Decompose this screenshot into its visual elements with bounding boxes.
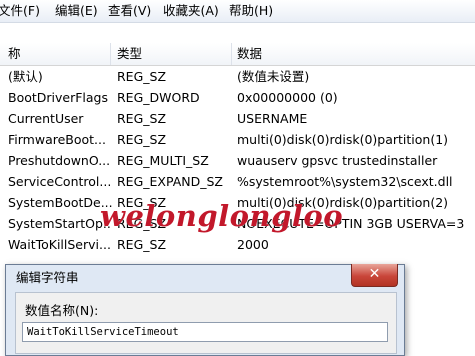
value-data: wuauserv gpsvc trustedinstaller: [237, 153, 438, 168]
value-type: REG_SZ: [117, 132, 167, 147]
list-item[interactable]: PreshutdownO... REG_MULTI_SZ wuauserv gp…: [0, 150, 475, 171]
list-item[interactable]: (默认) REG_SZ (数值未设置): [0, 66, 475, 87]
value-name: PreshutdownO...: [8, 153, 111, 168]
menu-view[interactable]: 查看(V): [108, 3, 151, 19]
value-type: REG_SZ: [117, 111, 167, 126]
value-data: multi(0)disk(0)rdisk(0)partition(1): [237, 132, 449, 147]
value-name: WaitToKillServi...: [8, 237, 111, 252]
list-item[interactable]: CurrentUser REG_SZ USERNAME: [0, 108, 475, 129]
column-type[interactable]: 类型: [117, 46, 142, 62]
dialog-title: 编辑字符串: [16, 270, 79, 285]
list-item[interactable]: BootDriverFlags REG_DWORD 0x00000000 (0): [0, 87, 475, 108]
value-name-field[interactable]: WaitToKillServiceTimeout: [22, 322, 388, 342]
value-name: SystemBootDe...: [8, 195, 112, 210]
column-data[interactable]: 数据: [237, 46, 262, 62]
column-header: 称 类型 数据: [0, 43, 475, 66]
watermark-text: welonglongloo: [100, 199, 344, 233]
value-type: REG_SZ: [117, 237, 167, 252]
value-name-label: 数值名称(N):: [25, 303, 99, 318]
column-divider[interactable]: [231, 43, 232, 65]
value-name: ServiceControl...: [8, 174, 112, 189]
value-name: BootDriverFlags: [8, 90, 109, 105]
menu-favorites[interactable]: 收藏夹(A): [163, 3, 219, 19]
menu-help[interactable]: 帮助(H): [229, 3, 273, 19]
value-name: SystemStartOp...: [8, 216, 112, 231]
value-data: USERNAME: [237, 111, 308, 126]
dialog-body: 数值名称(N): WaitToKillServiceTimeout: [15, 292, 397, 354]
menu-edit[interactable]: 编辑(E): [55, 3, 98, 19]
value-data: %systemroot%\system32\scext.dll: [237, 174, 453, 189]
value-data: (数值未设置): [237, 69, 310, 84]
value-name: FirmwareBoot...: [8, 132, 106, 147]
close-button[interactable]: ✕: [351, 264, 398, 287]
list-item[interactable]: WaitToKillServi... REG_SZ 2000: [0, 234, 475, 255]
column-divider[interactable]: [110, 43, 111, 65]
value-data: 2000: [237, 237, 269, 252]
menu-file[interactable]: 文件(F): [0, 3, 40, 19]
close-icon: ✕: [368, 266, 381, 282]
value-type: REG_SZ: [117, 69, 167, 84]
value-type: REG_DWORD: [117, 90, 200, 105]
value-type: REG_EXPAND_SZ: [117, 174, 223, 189]
menu-bar: 文件(F) 编辑(E) 查看(V) 收藏夹(A) 帮助(H): [0, 0, 475, 23]
value-name: (默认): [8, 69, 43, 84]
column-name[interactable]: 称: [8, 46, 21, 62]
value-type: REG_MULTI_SZ: [117, 153, 209, 168]
value-data: 0x00000000 (0): [237, 90, 338, 105]
list-item[interactable]: FirmwareBoot... REG_SZ multi(0)disk(0)rd…: [0, 129, 475, 150]
edit-string-dialog: 编辑字符串 ✕ 数值名称(N): WaitToKillServiceTimeou…: [5, 264, 405, 356]
list-item[interactable]: ServiceControl... REG_EXPAND_SZ %systemr…: [0, 171, 475, 192]
value-name: CurrentUser: [8, 111, 84, 126]
